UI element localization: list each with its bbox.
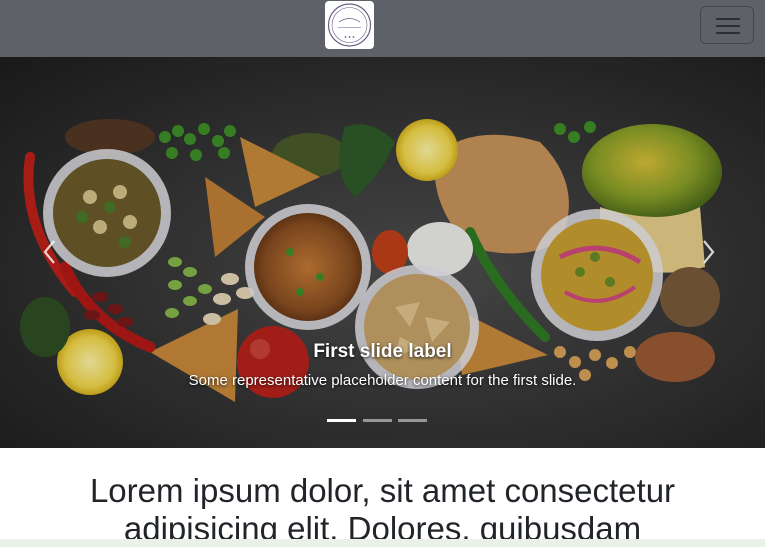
carousel-indicator-2[interactable] (363, 419, 392, 422)
brand-logo[interactable] (325, 1, 374, 49)
chevron-left-icon (43, 240, 55, 264)
carousel-indicator-1[interactable] (327, 419, 356, 422)
navbar (0, 0, 765, 57)
carousel-indicator-3[interactable] (398, 419, 427, 422)
slide-caption-title: First slide label (313, 341, 452, 362)
page-heading: Lorem ipsum dolor, sit amet consectetur … (89, 472, 676, 547)
slide-image-indian-snacks (0, 57, 765, 448)
carousel-prev-button[interactable] (40, 237, 60, 267)
slide-caption-text: Some representative placeholder content … (188, 372, 577, 389)
navbar-toggler-button[interactable] (700, 6, 754, 44)
logo-emblem-icon (327, 3, 372, 47)
carousel-next-button[interactable] (698, 237, 718, 267)
hero-carousel: First slide label Some representative pl… (0, 57, 765, 448)
bottom-strip (0, 539, 765, 547)
chevron-right-icon (703, 240, 715, 264)
